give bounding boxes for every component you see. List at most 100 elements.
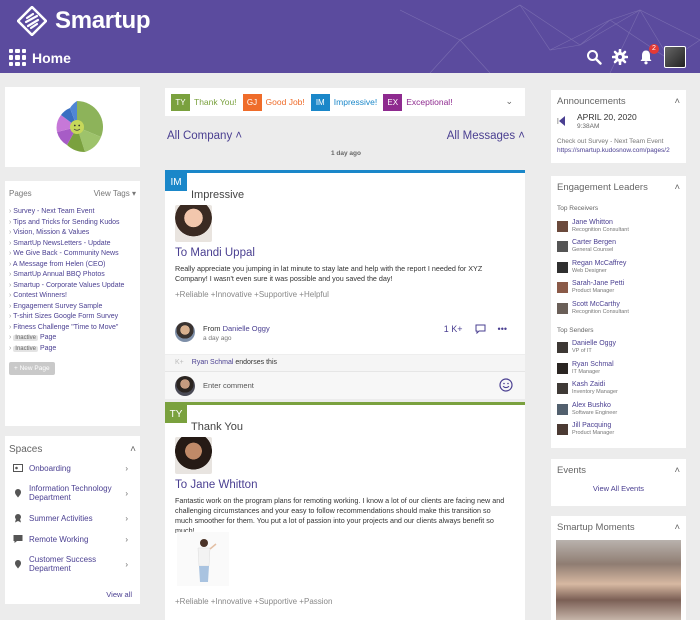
values-chart-card (5, 87, 140, 167)
chat-icon (13, 535, 23, 543)
feed-filters: All Company ˄ All Messages ˄ (167, 130, 525, 142)
kudo-label: Good Job! (265, 97, 305, 107)
endorser-name[interactable]: Ryan Schmal (192, 359, 234, 366)
kudos-post: TY Thank You To Jane Whitton Fantastic w… (165, 402, 525, 620)
messages-filter-dropdown[interactable]: All Messages ˄ (447, 130, 525, 142)
space-onboarding[interactable]: Onboarding › (9, 463, 136, 473)
page-link[interactable]: SmartUp NewsLetters - Update (9, 239, 136, 250)
kudo-tag-icon: EX (383, 93, 403, 111)
collapse-chevron-icon[interactable]: ˄ (130, 444, 136, 455)
post-image[interactable] (177, 532, 229, 586)
sender-avatar[interactable] (175, 322, 195, 342)
moments-photo[interactable] (556, 540, 681, 620)
inactive-page-link[interactable]: InactivePage (9, 333, 136, 344)
company-filter-dropdown[interactable]: All Company ˄ (167, 130, 242, 142)
page-link[interactable]: Smartup - Corporate Values Update (9, 281, 136, 292)
view-all-events-link[interactable]: View All Events (551, 484, 686, 493)
leader-name: Jane Whitton (572, 218, 613, 226)
recipient-name: Jane Whitton (190, 479, 258, 491)
collapse-chevron-icon[interactable]: ˄ (674, 96, 680, 107)
sender-name[interactable]: Danielle Oggy (223, 324, 270, 333)
leader-item[interactable]: Sarah-Jane Petti Product Manager (557, 278, 680, 299)
collapse-chevron-icon[interactable]: ˄ (674, 522, 680, 533)
post-values: +Reliable +Innovative +Supportive +Passi… (175, 597, 333, 606)
to-prefix: To (175, 247, 188, 259)
leader-name: Carter Bergen (572, 239, 616, 247)
post-actions: 1 K+ ••• (444, 324, 507, 334)
inactive-badge: Inactive (13, 345, 38, 352)
page-link[interactable]: Vision, Mission & Values (9, 228, 136, 239)
comment-input[interactable]: Enter comment (203, 381, 254, 390)
brand-logo[interactable]: Smartup (17, 6, 151, 36)
notifications-button[interactable]: 2 (638, 44, 659, 65)
values-sunburst-chart[interactable] (5, 87, 140, 167)
kudo-impressive[interactable]: IM Impressive! (310, 93, 377, 111)
page-link[interactable]: Contest Winners! (9, 291, 136, 302)
gear-icon[interactable] (612, 49, 628, 65)
leader-item[interactable]: Scott McCarthy Recognition Consultant (557, 298, 680, 319)
space-summer-activities[interactable]: Summer Activities › (9, 513, 136, 523)
chevron-right-icon: › (125, 488, 128, 498)
page-link[interactable]: T-shirt Sizes Google Form Survey (9, 312, 136, 323)
user-avatar[interactable] (664, 46, 686, 68)
inactive-page-link[interactable]: InactivePage (9, 344, 136, 355)
page-link[interactable]: Fitness Challenge "Time to Move" (9, 323, 136, 334)
page-link[interactable]: Engagement Survey Sample (9, 302, 136, 313)
recipient-avatar[interactable] (175, 437, 212, 474)
more-options-icon[interactable]: ••• (498, 324, 507, 334)
post-message: Really appreciate you jumping in lat min… (175, 264, 483, 283)
leader-item[interactable]: Regan McCaffrey Web Designer (557, 257, 680, 278)
announcement-prev-icon[interactable] (557, 116, 567, 126)
page-link[interactable]: A Message from Helen (CEO) (9, 260, 136, 271)
view-tags-dropdown[interactable]: View Tags ▾ (94, 189, 136, 198)
space-remote-working[interactable]: Remote Working › (9, 534, 136, 544)
announcement-date: APRIL 20, 2020 (577, 112, 637, 122)
page-link[interactable]: SmartUp Annual BBQ Photos (9, 270, 136, 281)
new-page-button[interactable]: + New Page (9, 362, 55, 375)
post-time: a day ago (203, 335, 232, 342)
plus-one-button[interactable]: 1 K+ (444, 324, 463, 334)
map-pin-icon (15, 560, 21, 569)
kudo-label: Exceptional! (406, 97, 453, 107)
leader-item[interactable]: Alex Bushko Software Engineer (557, 399, 680, 420)
feed-time-ago: 1 day ago (331, 150, 361, 157)
post-recipient[interactable]: To Jane Whitton (175, 479, 257, 491)
chevron-right-icon: › (125, 559, 128, 569)
comment-icon[interactable] (475, 324, 486, 334)
chevron-down-icon[interactable]: ⌄ (505, 96, 513, 107)
space-customer-success[interactable]: Customer Success Department › (9, 555, 136, 573)
page-link[interactable]: We Give Back - Community News (9, 249, 136, 260)
collapse-chevron-icon[interactable]: ˄ (674, 182, 680, 193)
top-senders-label: Top Senders (557, 326, 594, 334)
space-it-department[interactable]: Information Technology Department › (9, 484, 136, 502)
events-card: Events ˄ View All Events (551, 459, 686, 506)
search-icon[interactable] (586, 49, 602, 65)
endorsement-row: K+ Ryan Schmal endorses this (165, 354, 525, 371)
recipient-avatar[interactable] (175, 205, 212, 242)
leader-item[interactable]: Ryan Schmal IT Manager (557, 358, 680, 379)
view-all-spaces-link[interactable]: View all (106, 590, 132, 599)
apps-grid-icon[interactable] (9, 49, 26, 66)
page-link[interactable]: Tips and Tricks for Sending Kudos (9, 218, 136, 229)
view-tags-label: View Tags (93, 189, 130, 198)
leader-avatar (557, 302, 568, 314)
kudo-thank-you[interactable]: TY Thank You! (171, 93, 237, 111)
post-message: Fantastic work on the program plans for … (175, 496, 505, 535)
smartup-logo-icon (17, 6, 47, 36)
emoji-icon[interactable] (499, 378, 513, 392)
collapse-chevron-icon[interactable]: ˄ (674, 465, 680, 476)
leader-item[interactable]: Kash Zaidi Inventory Manager (557, 379, 680, 400)
kudo-exceptional[interactable]: EX Exceptional! (383, 93, 453, 111)
announcement-link[interactable]: https://smartup.kudosnow.com/pages/2 (557, 146, 685, 155)
leader-role: Product Manager (572, 430, 615, 437)
leader-item[interactable]: Jane Whitton Recognition Consultant (557, 216, 680, 237)
page-link[interactable]: Survey - Next Team Event (9, 207, 136, 218)
kudo-good-job[interactable]: GJ Good Job! (242, 93, 305, 111)
leader-item[interactable]: Carter Bergen General Counsel (557, 237, 680, 258)
leader-item[interactable]: Jill Pacquing Product Manager (557, 420, 680, 441)
post-recipient[interactable]: To Mandi Uppal (175, 247, 255, 259)
company-filter-label: All Company (167, 130, 233, 142)
pages-header: Pages View Tags ▾ (9, 189, 136, 198)
leader-item[interactable]: Danielle Oggy VP of IT (557, 338, 680, 359)
nav-home[interactable]: Home (9, 49, 71, 66)
